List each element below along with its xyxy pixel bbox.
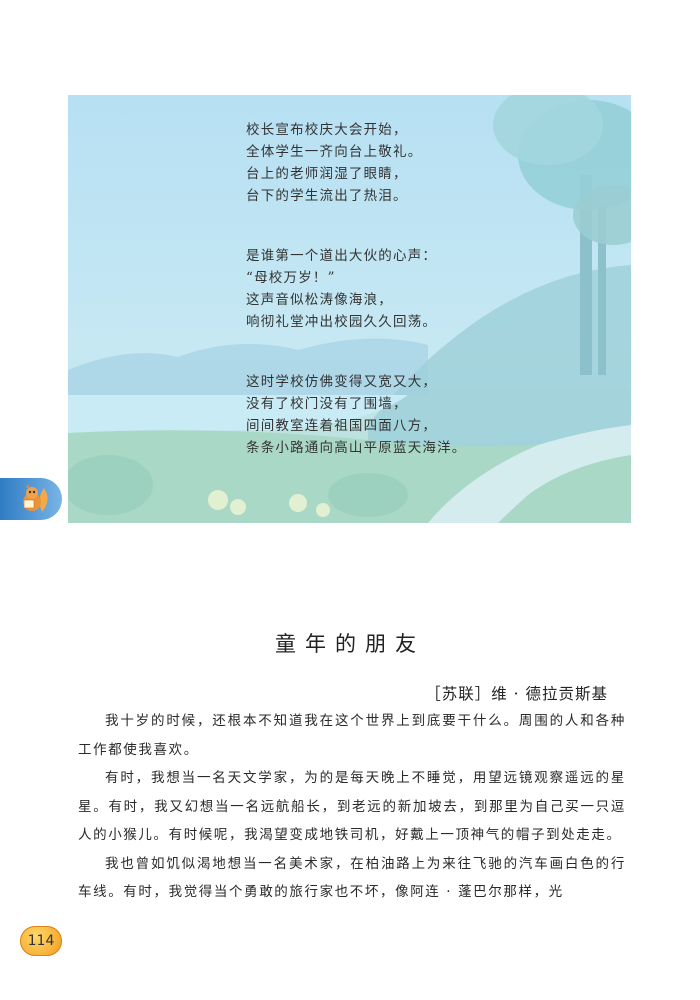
paragraph: 有时，我想当一名天文学家，为的是每天晚上不睡觉，用望远镜观察遥远的星星。有时，我… [78, 770, 626, 843]
poem-line: 是谁第一个道出大伙的心声： [246, 248, 438, 264]
poem-line: 全体学生一齐向台上敬礼。 [246, 144, 423, 160]
squirrel-mascot-icon [23, 484, 48, 512]
poem-line: 响彻礼堂冲出校园久久回荡。 [246, 314, 438, 330]
paragraph: 我也曾如饥似渴地想当一名美术家，在柏油路上为来往飞驰的汽车画白色的行车线。有时，… [78, 855, 626, 901]
poem-line: 条条小路通向高山平原蓝天海洋。 [246, 440, 467, 456]
poem-line: 这声音似松涛像海浪， [246, 292, 393, 308]
article-author: ［苏联］维 · 德拉贡斯基 [425, 685, 608, 703]
page-number-badge: 114 [20, 926, 62, 956]
poem-line: “母校万岁！” [246, 270, 336, 286]
poem-line: 校长宣布校庆大会开始， [246, 122, 408, 138]
paragraph: 我十岁的时候，还根本不知道我在这个世界上到底要干什么。周围的人和各种工作都使我喜… [78, 713, 626, 758]
poem-line: 这时学校仿佛变得又宽又大， [246, 374, 438, 390]
poem-illustration-panel: 校长宣布校庆大会开始， 全体学生一齐向台上敬礼。 台上的老师润湿了眼睛， 台下的… [68, 95, 631, 523]
poem-stanza-2: 是谁第一个道出大伙的心声： “母校万岁！” 这声音似松涛像海浪， 响彻礼堂冲出校… [246, 245, 606, 333]
poem-line: 没有了校门没有了围墙， [246, 396, 408, 412]
poem-stanza-3: 这时学校仿佛变得又宽又大， 没有了校门没有了围墙， 间间教室连着祖国四面八方， … [246, 371, 606, 459]
poem-line: 台下的学生流出了热泪。 [246, 188, 408, 204]
article-body: 我十岁的时候，还根本不知道我在这个世界上到底要干什么。周围的人和各种工作都使我喜… [78, 707, 626, 907]
chapter-side-tab [0, 478, 62, 520]
poem-line: 台上的老师润湿了眼睛， [246, 166, 408, 182]
poem-line: 间间教室连着祖国四面八方， [246, 418, 438, 434]
article-title: 童年的朋友 [275, 632, 425, 656]
poem-stanza-1: 校长宣布校庆大会开始， 全体学生一齐向台上敬礼。 台上的老师润湿了眼睛， 台下的… [246, 119, 606, 207]
